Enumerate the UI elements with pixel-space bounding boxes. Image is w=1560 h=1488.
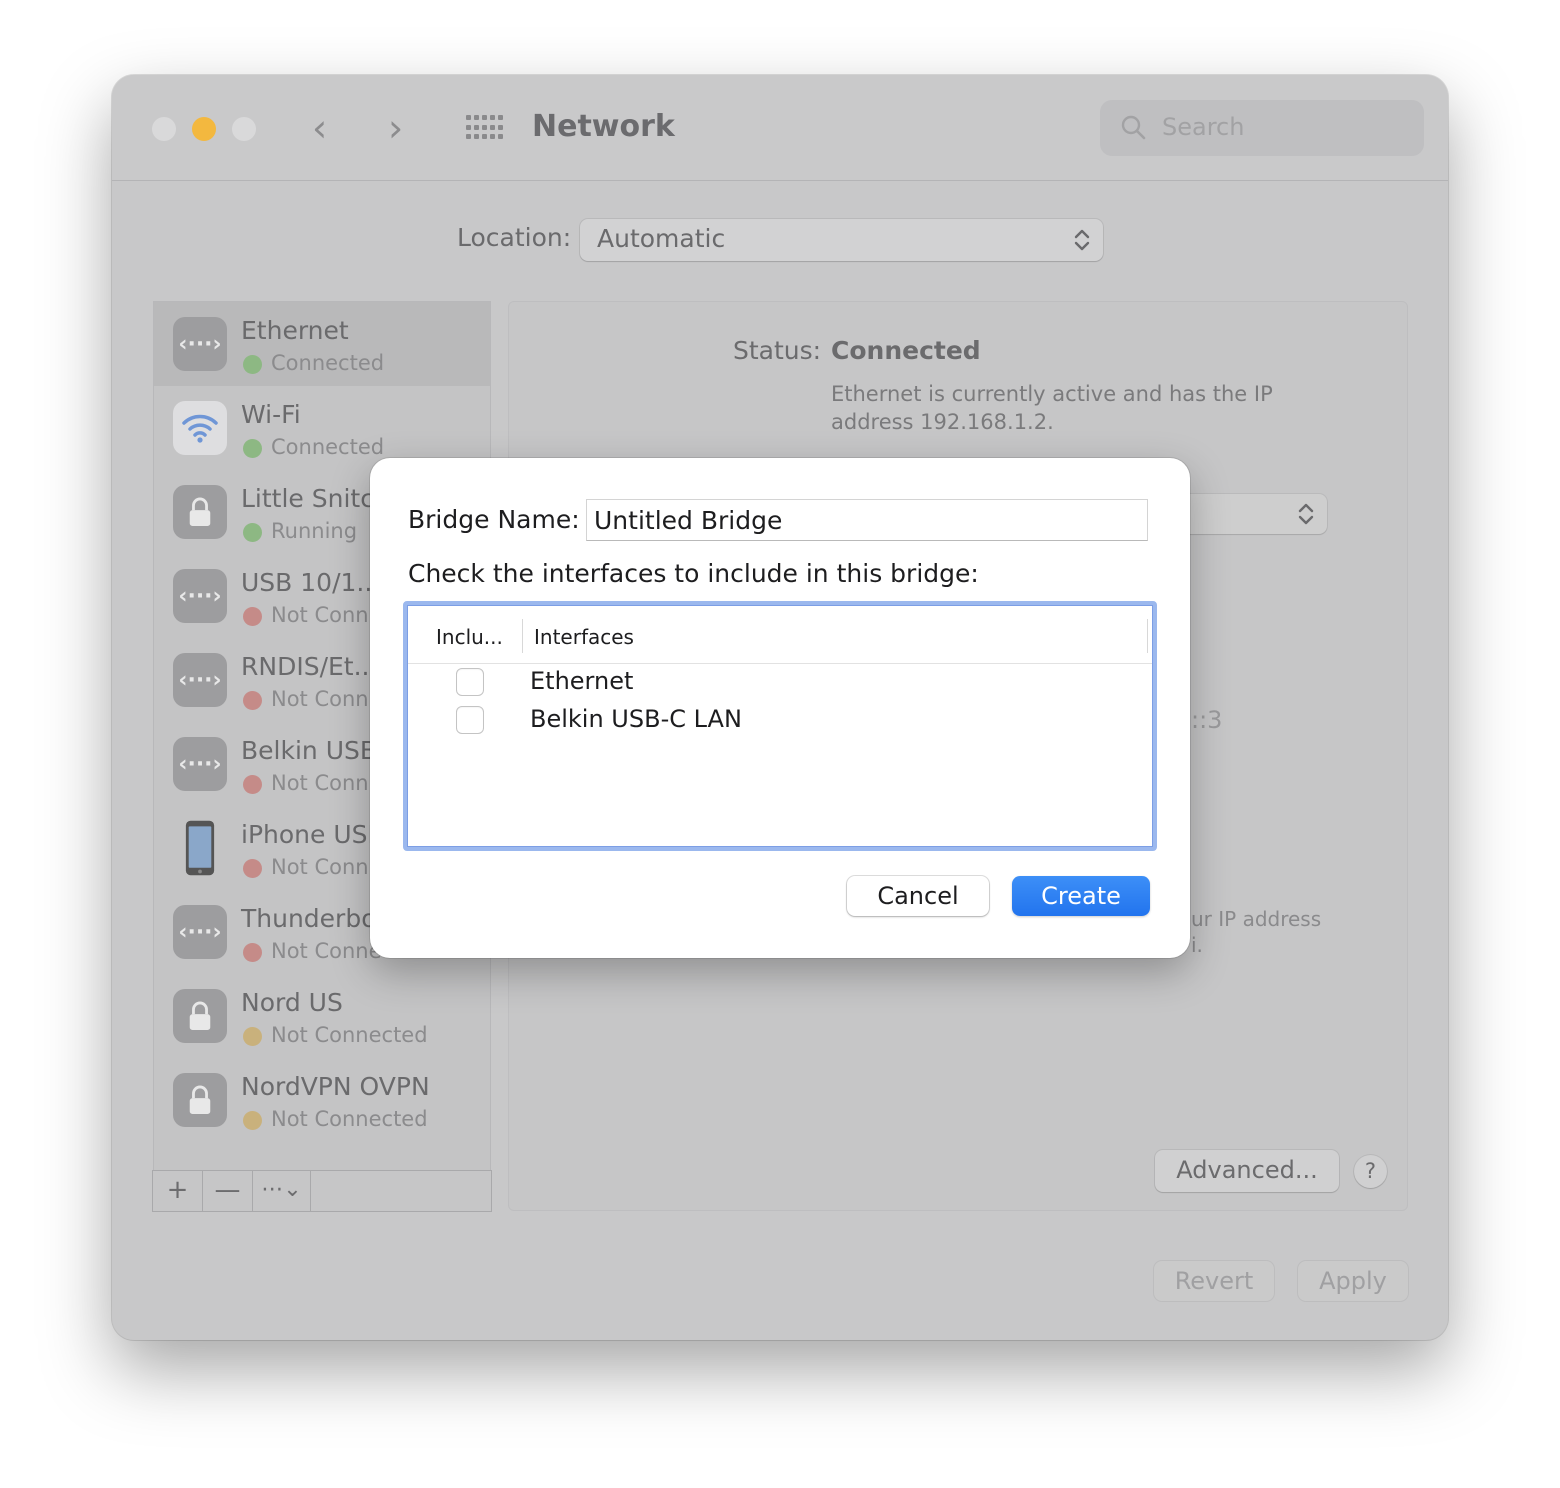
service-status: Not Connected bbox=[271, 1107, 428, 1131]
configure-popup[interactable] bbox=[1169, 494, 1327, 534]
ethernet-icon: ‹···› bbox=[173, 653, 227, 707]
bridge-name-label: Bridge Name: bbox=[408, 505, 580, 534]
include-checkbox[interactable] bbox=[456, 668, 484, 696]
service-item-nordvpn-ovpn[interactable]: NordVPN OVPN Not Connected bbox=[154, 1058, 490, 1142]
location-select[interactable]: Automatic bbox=[580, 219, 1103, 261]
service-status: Connected bbox=[271, 435, 385, 459]
service-status: Not Conn bbox=[271, 603, 369, 627]
service-name: Ethernet bbox=[241, 316, 349, 345]
action-menu-button[interactable]: ⋯⌄ bbox=[253, 1171, 311, 1211]
service-list-toolbar: + — ⋯⌄ bbox=[152, 1170, 492, 1212]
status-label: Status: bbox=[733, 336, 822, 365]
lock-icon bbox=[173, 485, 227, 539]
status-dot-green bbox=[243, 523, 262, 542]
table-row[interactable]: Belkin USB-C LAN bbox=[408, 702, 1152, 740]
ethernet-icon: ‹···› bbox=[173, 737, 227, 791]
iphone-icon bbox=[173, 820, 227, 876]
zoom-window-button[interactable] bbox=[232, 117, 256, 141]
wifi-icon bbox=[173, 401, 227, 455]
status-dot-yellow bbox=[243, 1027, 262, 1046]
note-line-1: ur IP address bbox=[1191, 907, 1322, 931]
bridge-name-input[interactable] bbox=[586, 499, 1148, 541]
cancel-button[interactable]: Cancel bbox=[847, 876, 989, 916]
ethernet-icon: ‹···› bbox=[173, 569, 227, 623]
back-arrow-icon[interactable]: ‹ bbox=[312, 103, 327, 153]
ipv6-fragment: ::3 bbox=[1191, 706, 1223, 734]
lock-icon bbox=[173, 989, 227, 1043]
status-dot-red bbox=[243, 775, 262, 794]
apply-button[interactable]: Apply bbox=[1298, 1261, 1408, 1301]
forward-arrow-icon[interactable]: › bbox=[388, 103, 403, 153]
up-down-chevron-icon bbox=[1298, 503, 1314, 525]
search-icon bbox=[1121, 115, 1146, 140]
service-status: Running bbox=[271, 519, 358, 543]
minimize-window-button[interactable] bbox=[192, 117, 216, 141]
include-checkbox[interactable] bbox=[456, 706, 484, 734]
bridge-sheet: Bridge Name: Check the interfaces to inc… bbox=[370, 458, 1190, 958]
status-dot-yellow bbox=[243, 1111, 262, 1130]
ethernet-icon: ‹···› bbox=[173, 905, 227, 959]
advanced-button[interactable]: Advanced... bbox=[1155, 1150, 1339, 1192]
ethernet-icon: ‹···› bbox=[173, 317, 227, 371]
location-label: Location: bbox=[457, 223, 572, 252]
service-status: Not Conn bbox=[271, 687, 369, 711]
note-fragment: ur IP address i. bbox=[1191, 906, 1351, 958]
remove-service-button[interactable]: — bbox=[203, 1171, 253, 1211]
service-status: Not Conne bbox=[271, 939, 382, 963]
column-divider bbox=[522, 619, 523, 653]
revert-button[interactable]: Revert bbox=[1154, 1261, 1274, 1301]
service-name: Wi-Fi bbox=[241, 400, 301, 429]
search-placeholder: Search bbox=[1162, 113, 1245, 141]
status-dot-red bbox=[243, 859, 262, 878]
lock-icon bbox=[173, 1073, 227, 1127]
status-dot-red bbox=[243, 943, 262, 962]
service-name: Thunderbo bbox=[241, 904, 377, 933]
column-divider bbox=[1147, 619, 1148, 653]
service-item-ethernet[interactable]: ‹···› Ethernet Connected bbox=[154, 302, 490, 386]
interface-name: Belkin USB-C LAN bbox=[530, 705, 742, 733]
status-value: Connected bbox=[831, 336, 981, 365]
note-line-2: i. bbox=[1191, 933, 1203, 957]
up-down-chevron-icon bbox=[1074, 229, 1090, 251]
column-header-include[interactable]: Inclu... bbox=[436, 625, 503, 649]
interfaces-instructions: Check the interfaces to include in this … bbox=[408, 559, 979, 588]
add-service-button[interactable]: + bbox=[153, 1171, 203, 1211]
service-name: iPhone USI bbox=[241, 820, 375, 849]
status-description: Ethernet is currently active and has the… bbox=[831, 382, 1273, 434]
status-dot-red bbox=[243, 607, 262, 626]
show-all-grid-icon[interactable] bbox=[466, 115, 503, 141]
table-header: Inclu... Interfaces bbox=[408, 606, 1152, 664]
title-bar: ‹ › Network Search bbox=[112, 75, 1448, 181]
search-input[interactable]: Search bbox=[1100, 100, 1424, 156]
service-name: Nord US bbox=[241, 988, 343, 1017]
service-name: Little Snitc bbox=[241, 484, 374, 513]
service-name: USB 10/1... bbox=[241, 568, 381, 597]
service-status: Connected bbox=[271, 351, 385, 375]
service-name: Belkin USB bbox=[241, 736, 378, 765]
interface-name: Ethernet bbox=[530, 667, 634, 695]
service-status: Not Connected bbox=[271, 1023, 428, 1047]
close-window-button[interactable] bbox=[152, 117, 176, 141]
location-value: Automatic bbox=[597, 224, 726, 253]
service-status: Not Conn bbox=[271, 855, 369, 879]
status-dot-green bbox=[243, 439, 262, 458]
create-button[interactable]: Create bbox=[1012, 876, 1150, 916]
service-name: RNDIS/Et... bbox=[241, 652, 378, 681]
status-dot-red bbox=[243, 691, 262, 710]
table-row[interactable]: Ethernet bbox=[408, 664, 1152, 702]
help-button[interactable]: ? bbox=[1354, 1155, 1387, 1188]
service-name: NordVPN OVPN bbox=[241, 1072, 430, 1101]
interfaces-table: Inclu... Interfaces Ethernet Belkin USB-… bbox=[403, 601, 1157, 851]
service-status: Not Conn bbox=[271, 771, 369, 795]
status-dot-green bbox=[243, 355, 262, 374]
window-title: Network bbox=[532, 109, 675, 144]
column-header-interfaces[interactable]: Interfaces bbox=[534, 625, 634, 649]
service-item-nord-us[interactable]: Nord US Not Connected bbox=[154, 974, 490, 1058]
